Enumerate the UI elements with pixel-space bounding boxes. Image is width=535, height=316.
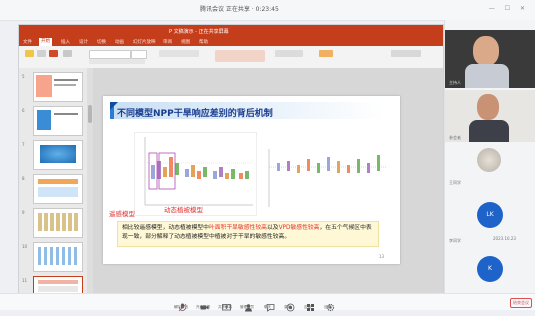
thumb-number: 7 xyxy=(22,142,25,147)
font-format-row[interactable] xyxy=(89,59,145,64)
slide-thumbnail[interactable] xyxy=(33,140,83,170)
ribbon-tabs: 文件 开始 插入 设计 切换 动画 幻灯片放映 审阅 视图 帮助 xyxy=(19,37,443,46)
participant-video-tile[interactable]: 主持人 xyxy=(445,30,535,88)
paste-icon[interactable] xyxy=(25,50,34,57)
font-family-select[interactable] xyxy=(89,50,131,59)
thumb-number: 11 xyxy=(22,278,28,283)
participant-tile[interactable]: K xyxy=(445,248,535,288)
arrange-icon[interactable] xyxy=(275,50,303,57)
thumb-number: 5 xyxy=(22,74,25,79)
boxplot-figure-right xyxy=(263,145,390,212)
caption-text: 相比较遥感模型，动态植被模型中 xyxy=(122,225,209,231)
tab-review[interactable]: 审阅 xyxy=(163,39,172,45)
tab-animations[interactable]: 动画 xyxy=(115,39,124,45)
layout-icon[interactable] xyxy=(63,50,72,57)
tab-insert[interactable]: 插入 xyxy=(61,39,70,45)
slide-thumbnail[interactable] xyxy=(33,208,83,238)
caption-text: 以及 xyxy=(266,225,279,231)
settings-label: 设置 xyxy=(324,305,331,309)
tab-help[interactable]: 帮助 xyxy=(199,39,208,45)
caption-highlight: VPD敏感性较高 xyxy=(278,225,320,231)
current-slide: 不同模型NPP干旱响应差别的背后机制 遥感模型 动态植被模型 相比较遥感模型，动… xyxy=(103,96,400,264)
mute-label: 解除静音 xyxy=(174,305,188,309)
slide-thumbnail[interactable] xyxy=(33,72,83,102)
participant-name: 2023.10.23 xyxy=(493,236,516,241)
video-label: 开启视频 xyxy=(196,305,210,309)
slide-thumbnail[interactable] xyxy=(33,242,83,272)
slide-title: 不同模型NPP干旱响应差别的背后机制 xyxy=(117,109,273,119)
font-size-select[interactable] xyxy=(131,50,147,59)
box-group xyxy=(151,157,249,179)
participant-video-tile[interactable]: 参会者 xyxy=(445,90,535,142)
slide-thumbnail[interactable] xyxy=(33,106,83,136)
thumb-number: 9 xyxy=(22,210,25,215)
participant-photo-avatar xyxy=(477,148,501,172)
ppt-title-bar: P 文稿演示 - 正在共享屏幕 xyxy=(19,25,443,37)
tab-design[interactable]: 设计 xyxy=(79,39,88,45)
slide-thumbnails-pane: 5 6 7 8 9 10 11 xyxy=(19,68,88,297)
slide-page-number: 13 xyxy=(379,254,385,259)
participant-tile[interactable] xyxy=(445,144,535,178)
participant-tile[interactable]: LK xyxy=(445,196,535,236)
participant-initials-avatar: K xyxy=(477,256,503,282)
participants-panel: 主持人 参会者 王同学 LK 李同学 K 2023.10.23 xyxy=(444,20,535,293)
thumbs-scrollbar-handle[interactable] xyxy=(88,105,92,123)
thumb-number: 6 xyxy=(22,108,25,113)
meeting-title: 腾讯会议 正在共享 · 0:23:45 xyxy=(200,6,279,13)
shapes-gallery[interactable] xyxy=(215,50,265,62)
participant-name: 主持人 xyxy=(449,80,461,85)
new-slide-icon[interactable] xyxy=(49,50,58,57)
end-meeting-button[interactable]: 结束会议 xyxy=(510,298,532,308)
ribbon-toolbar xyxy=(19,46,443,69)
record-label: 录制 xyxy=(284,305,291,309)
paragraph-group[interactable] xyxy=(159,50,199,57)
chat-label: 聊天 xyxy=(264,305,271,309)
meeting-top-bar: 腾讯会议 正在共享 · 0:23:45 — ☐ ✕ xyxy=(0,0,535,21)
slide-thumbnail[interactable] xyxy=(33,174,83,204)
tab-file[interactable]: 文件 xyxy=(23,39,32,45)
meeting-bottom-toolbar: 解除静音 开启视频 共享屏幕 管理成员 聊天 录制 应用 设置 结束会议 xyxy=(0,293,535,312)
participant-name: 李同学 xyxy=(449,238,461,243)
participant-name: 王同学 xyxy=(449,180,461,185)
share-label: 共享屏幕 xyxy=(218,305,232,309)
cut-icon[interactable] xyxy=(37,50,46,57)
participant-initials-avatar: LK xyxy=(477,202,503,228)
tab-slideshow[interactable]: 幻灯片放映 xyxy=(133,39,156,45)
box-group xyxy=(277,155,380,173)
caption-highlight: 叶面积干旱敏感性较高 xyxy=(208,225,267,231)
thumb-number: 10 xyxy=(22,244,28,249)
slide-caption-box: 相比较遥感模型，动态植被模型中叶面积干旱敏感性较高以及VPD敏感性较高，在五个气… xyxy=(117,221,379,247)
ppt-window-title: P 文稿演示 - 正在共享屏幕 xyxy=(169,29,229,35)
participant-name: 参会者 xyxy=(449,135,461,140)
thumb-number: 8 xyxy=(22,176,25,181)
label-dynamic-vegetation-model: 动态植被模型 xyxy=(164,206,203,214)
label-remote-sensing-model: 遥感模型 xyxy=(109,210,135,218)
tab-home[interactable]: 开始 xyxy=(39,38,52,46)
fill-icon[interactable] xyxy=(319,50,333,57)
tab-transitions[interactable]: 切换 xyxy=(97,39,106,45)
find-icon[interactable] xyxy=(391,50,421,57)
members-label: 管理成员 xyxy=(240,305,254,309)
window-controls[interactable]: — ☐ ✕ xyxy=(489,5,529,12)
tab-view[interactable]: 视图 xyxy=(181,39,190,45)
apps-label: 应用 xyxy=(304,305,311,309)
